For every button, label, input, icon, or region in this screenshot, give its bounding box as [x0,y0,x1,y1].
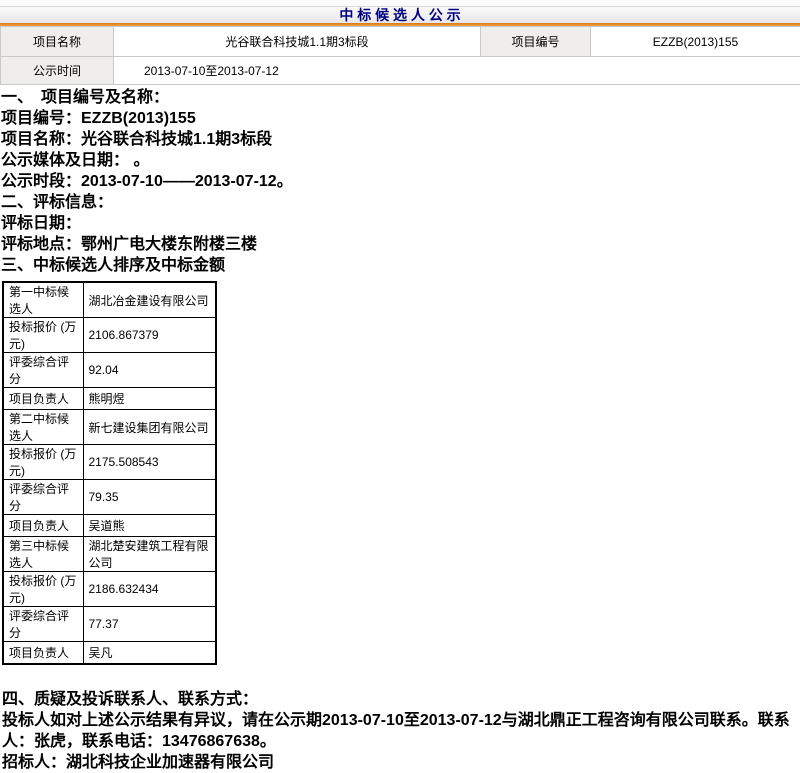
candidates-table: 第一中标候选人 湖北冶金建设有限公司 投标报价 (万元) 2106.867379… [2,281,217,665]
project-name-label: 项目名称 [1,27,114,57]
publicity-time-label: 公示时间 [1,57,114,85]
contact-section: 四、质疑及投诉联系人、联系方式： 投标人如对上述公示结果有异议，请在公示期201… [1,689,800,773]
bid-price-label: 投标报价 (万元) [3,318,83,353]
publicity-period-line: 公示时段：2013-07-10——2013-07-12。 [1,171,800,192]
candidate-company: 湖北冶金建设有限公司 [83,282,216,318]
tenderer-line: 招标人：湖北科技企业加速器有限公司 [2,752,800,773]
project-name-value: 光谷联合科技城1.1期3标段 [114,27,481,57]
project-number-value: EZZB(2013)155 [591,27,800,57]
score-value: 77.37 [83,607,216,642]
section2-heading: 二、评标信息： [1,192,800,213]
candidate-company: 新七建设集团有限公司 [83,410,216,445]
candidate-row: 项目负责人 吴道熊 [3,515,216,537]
evaluation-date-line: 评标日期： [1,213,800,234]
publicity-time-value: 2013-07-10至2013-07-12 [114,57,800,85]
section1-heading: 一、 项目编号及名称： [1,87,800,108]
manager-value: 吴凡 [83,642,216,664]
bid-price-value: 2175.508543 [83,445,216,480]
candidate-row: 评委综合评分 77.37 [3,607,216,642]
project-info-row-1: 项目名称 光谷联合科技城1.1期3标段 项目编号 EZZB(2013)155 [1,27,800,57]
main-content: 一、 项目编号及名称： 项目编号：EZZB(2013)155 项目名称：光谷联合… [0,85,800,773]
score-value: 92.04 [83,353,216,388]
candidate-row: 评委综合评分 92.04 [3,353,216,388]
candidate-row: 投标报价 (万元) 2175.508543 [3,445,216,480]
project-name-line: 项目名称：光谷联合科技城1.1期3标段 [1,129,800,150]
score-value: 79.35 [83,480,216,515]
score-label: 评委综合评分 [3,607,83,642]
candidate-rank-label: 第一中标候选人 [3,282,83,318]
candidate-row: 第一中标候选人 湖北冶金建设有限公司 [3,282,216,318]
candidate-rank-label: 第三中标候选人 [3,537,83,572]
candidate-row: 项目负责人 吴凡 [3,642,216,664]
score-label: 评委综合评分 [3,480,83,515]
bid-price-value: 2106.867379 [83,318,216,353]
manager-label: 项目负责人 [3,642,83,664]
objection-paragraph: 投标人如对上述公示结果有异议，请在公示期2013-07-10至2013-07-1… [2,710,800,752]
candidate-row: 评委综合评分 79.35 [3,480,216,515]
project-info-table: 项目名称 光谷联合科技城1.1期3标段 项目编号 EZZB(2013)155 公… [0,26,800,85]
project-number-line: 项目编号：EZZB(2013)155 [1,108,800,129]
candidate-company: 湖北楚安建筑工程有限公司 [83,537,216,572]
bid-price-label: 投标报价 (万元) [3,572,83,607]
candidate-row: 第二中标候选人 新七建设集团有限公司 [3,410,216,445]
manager-label: 项目负责人 [3,388,83,410]
score-label: 评委综合评分 [3,353,83,388]
page-title-bar: 中 标 候 选 人 公 示 [0,7,800,23]
project-number-label: 项目编号 [481,27,591,57]
candidate-row: 投标报价 (万元) 2106.867379 [3,318,216,353]
evaluation-place-line: 评标地点：鄂州广电大楼东附楼三楼 [1,234,800,255]
candidate-row: 投标报价 (万元) 2186.632434 [3,572,216,607]
manager-value: 吴道熊 [83,515,216,537]
manager-label: 项目负责人 [3,515,83,537]
candidate-row: 第三中标候选人 湖北楚安建筑工程有限公司 [3,537,216,572]
publicity-media-line: 公示媒体及日期： 。 [1,150,800,171]
section3-heading: 三、中标候选人排序及中标金额 [1,255,800,276]
page-title: 中 标 候 选 人 公 示 [339,5,460,25]
bid-price-value: 2186.632434 [83,572,216,607]
candidate-row: 项目负责人 熊明煜 [3,388,216,410]
project-info-row-2: 公示时间 2013-07-10至2013-07-12 [1,57,800,85]
manager-value: 熊明煜 [83,388,216,410]
candidate-rank-label: 第二中标候选人 [3,410,83,445]
section4-heading: 四、质疑及投诉联系人、联系方式： [2,689,800,710]
bid-price-label: 投标报价 (万元) [3,445,83,480]
